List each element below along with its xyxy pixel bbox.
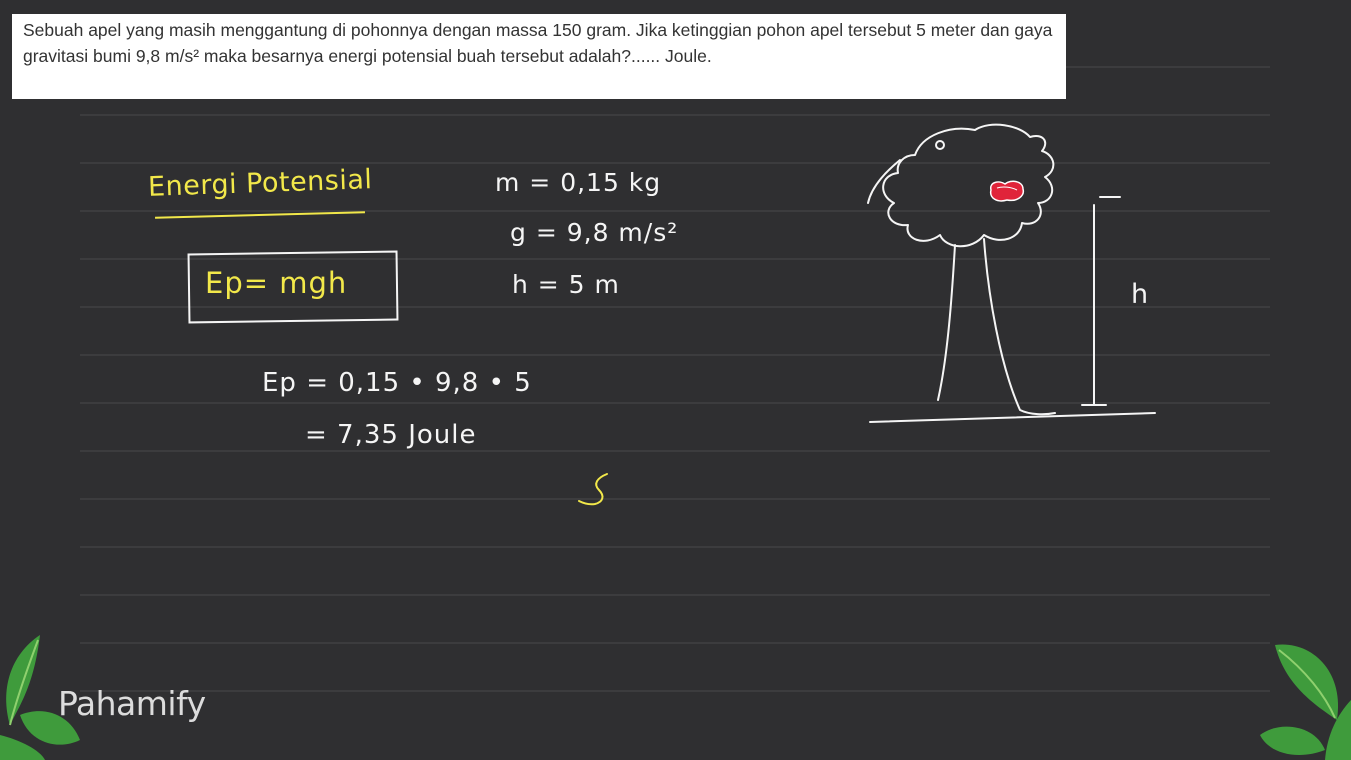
tree-drawing: [867, 123, 1156, 423]
brand-logo: Pahamify: [58, 684, 206, 723]
formula-text: Ep= mgh: [205, 266, 348, 300]
apple-icon: [989, 180, 1025, 202]
calculation-result: = 7,35 Joule: [305, 420, 477, 450]
scribble-mark: [578, 473, 608, 506]
leaf-icon: [1260, 644, 1351, 760]
given-gravity: g = 9,8 m/s²: [510, 218, 679, 247]
question-card: Sebuah apel yang masih menggantung di po…: [12, 14, 1066, 99]
given-mass: m = 0,15 kg: [495, 168, 662, 197]
question-text: Sebuah apel yang masih menggantung di po…: [23, 20, 1053, 66]
calculation-line-1: Ep = 0,15 • 9,8 • 5: [262, 368, 532, 398]
tree-height-label: h: [1131, 279, 1150, 310]
given-height: h = 5 m: [512, 270, 620, 299]
